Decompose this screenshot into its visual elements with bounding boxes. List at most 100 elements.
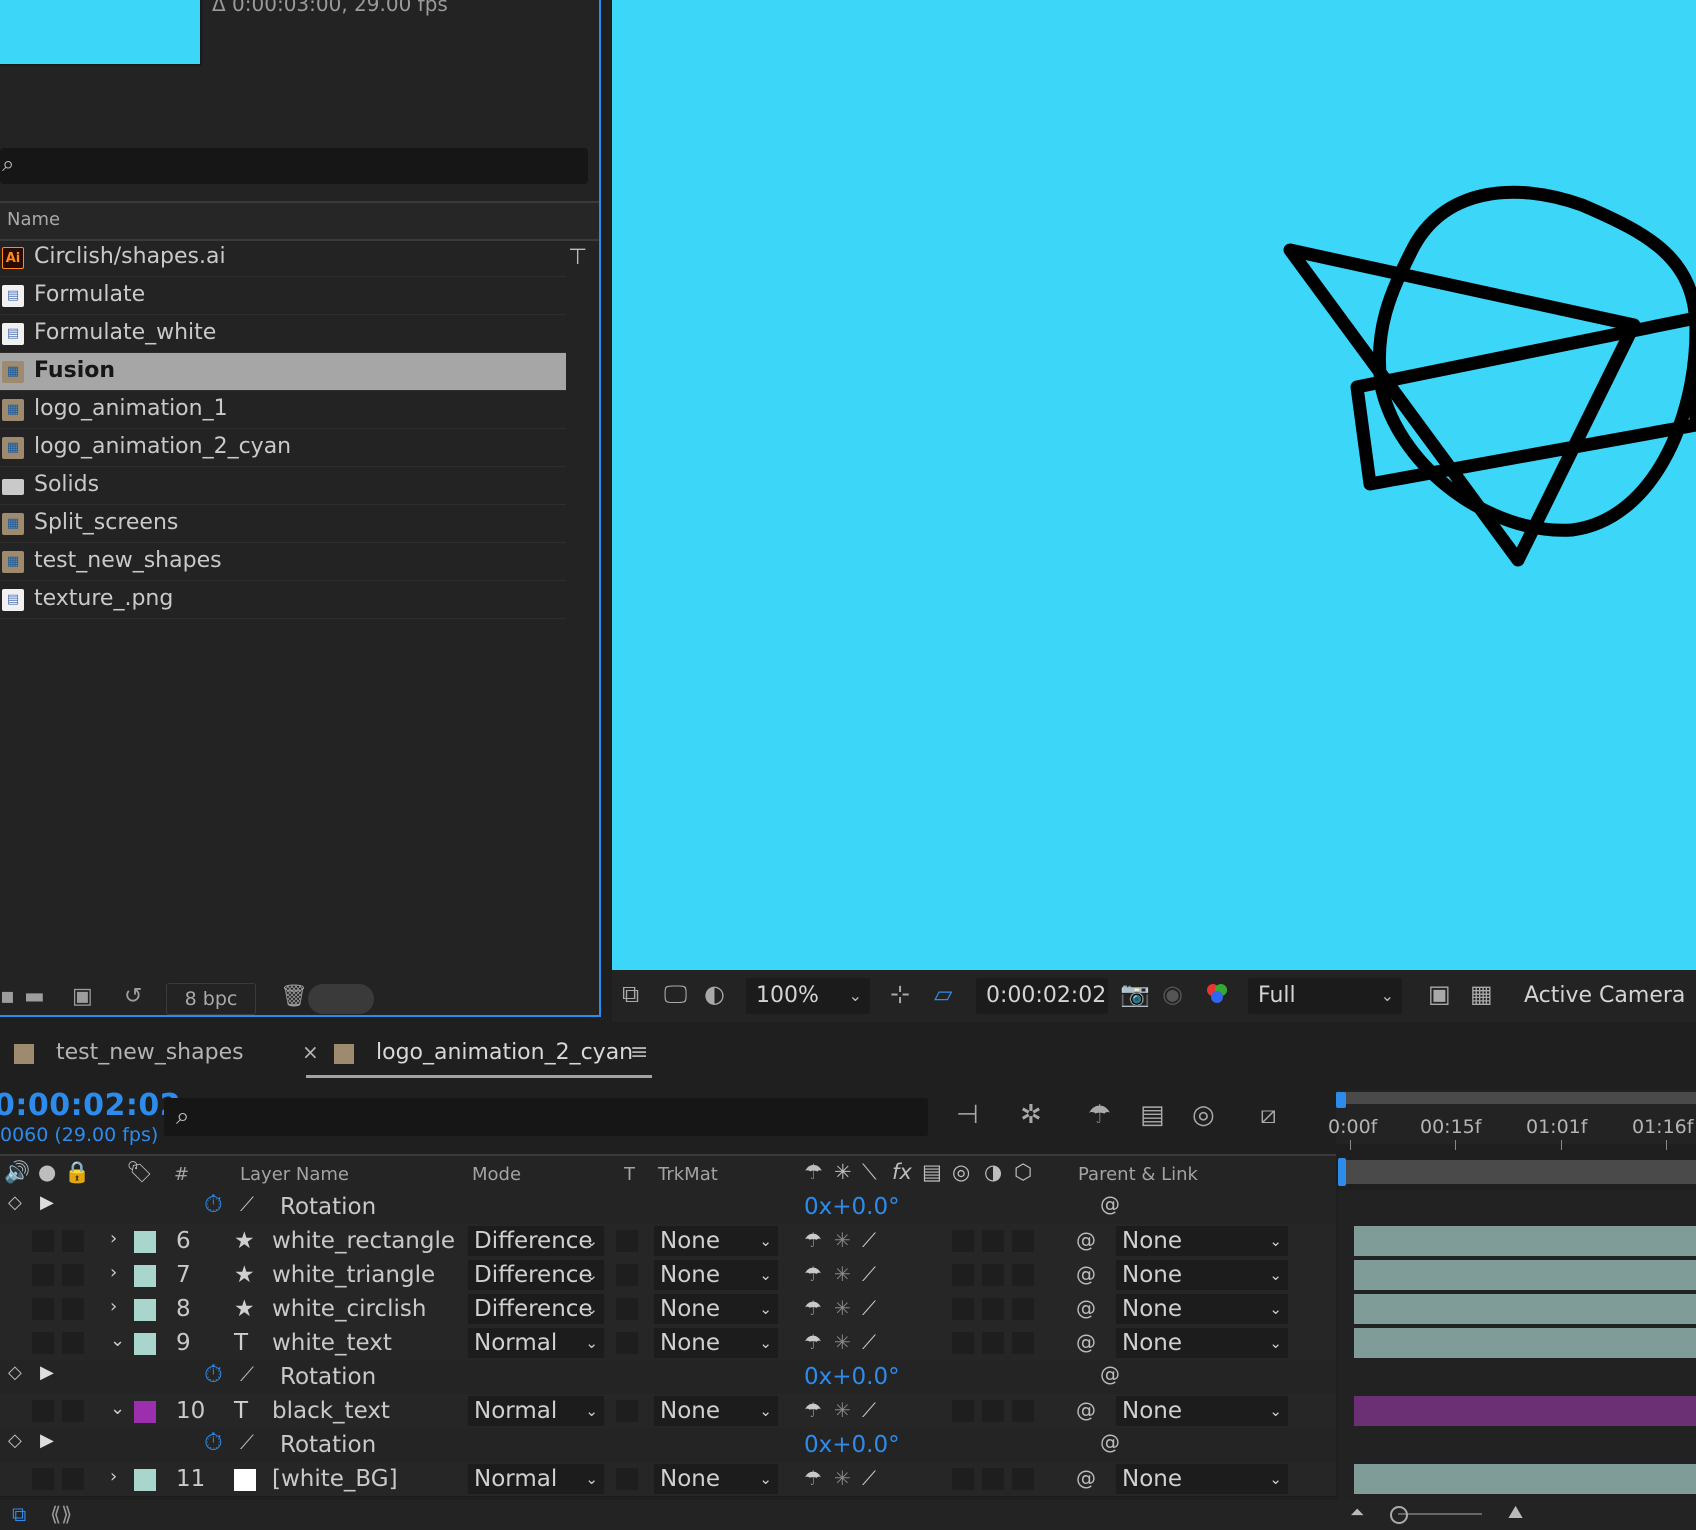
tab-logo-animation-2-cyan[interactable]: logo_animation_2_cyan [376,1040,633,1065]
3d-toggle[interactable] [1012,1400,1034,1422]
3d-layer-icon[interactable]: ⬡ [1014,1160,1032,1184]
draft-3d-icon[interactable]: ✲ [1020,1100,1042,1130]
snapshot-camera-icon[interactable]: 📷 [1120,980,1150,1008]
column-number[interactable]: # [174,1164,189,1185]
quality-switch-icon[interactable]: ⟍ [862,1160,877,1185]
work-area-bar[interactable] [1344,1160,1696,1184]
label-color-swatch[interactable] [134,1333,156,1355]
preserve-transparency-toggle[interactable] [616,1298,638,1320]
parent-dropdown[interactable]: None ⌄ [1116,1260,1288,1290]
chevron-down-icon[interactable]: ⌄ [110,1330,125,1351]
trkmat-dropdown[interactable]: None ⌄ [654,1294,778,1324]
layer-name[interactable]: black_text [272,1398,390,1424]
timeline-zoom-slider[interactable] [1398,1513,1482,1515]
lock-toggle[interactable] [62,1400,84,1422]
lock-toggle[interactable] [62,1230,84,1252]
adjustment-toggle[interactable] [982,1264,1004,1286]
property-row[interactable]: ◇ ▶ ⏱ ⟋ Rotation 0x+0.0° @ [0,1190,1336,1225]
zoom-in-icon[interactable]: ⛰ [1508,1502,1523,1523]
property-value[interactable]: 0x+0.0° [804,1432,900,1458]
preserve-transparency-toggle[interactable] [616,1468,638,1490]
adjustment-toggle[interactable] [982,1332,1004,1354]
show-snapshot-icon[interactable]: ◉ [1162,980,1183,1008]
region-of-interest-icon[interactable]: ▣ [1428,980,1451,1008]
parent-pickwhip-icon[interactable]: @ [1076,1228,1096,1252]
close-tab-icon[interactable]: × [302,1040,319,1064]
quality-switch-icon[interactable]: ⟋ [862,1398,876,1422]
lock-toggle[interactable] [62,1298,84,1320]
motion-blur-toggle[interactable] [952,1264,974,1286]
motion-blur-toggle[interactable] [952,1400,974,1422]
quality-switch-icon[interactable]: ⟋ [862,1296,876,1320]
mode-dropdown[interactable]: Normal ⌄ [468,1464,604,1494]
shy-switch-icon[interactable]: ☂ [804,1262,822,1286]
property-value[interactable]: 0x+0.0° [804,1364,900,1390]
camera-dropdown[interactable]: Active Camera [1514,978,1696,1014]
shy-layers-icon[interactable]: ☂ [1088,1100,1111,1130]
graph-editor-icon[interactable]: ⧄ [1260,1100,1277,1131]
lock-toggle[interactable] [62,1468,84,1490]
toggle-modes-icon[interactable]: ⟪⟫ [50,1502,72,1526]
motion-blur-icon[interactable]: ◎ [1192,1100,1215,1130]
lock-toggle[interactable] [62,1332,84,1354]
parent-pickwhip-icon[interactable]: @ [1076,1262,1096,1286]
flowchart-icon[interactable]: ⊤ [568,245,587,270]
composition-flowchart-icon[interactable]: ⊣ [956,1100,979,1130]
keyframe-nav-icon[interactable]: ◇ [8,1192,22,1213]
expand-arrow-icon[interactable]: ▶ [40,1362,54,1383]
composition-viewer[interactable] [612,0,1696,970]
stopwatch-icon[interactable]: ⏱ [204,1190,223,1218]
solo-toggle[interactable] [32,1298,54,1320]
3d-toggle[interactable] [1012,1298,1034,1320]
adjustment-toggle[interactable] [982,1230,1004,1252]
layer-row[interactable]: › 6 ★ white_rectangle Difference ⌄ None ⌄ ☂ ✳ ⟋ @ No… [0,1224,1336,1259]
column-t[interactable]: T [624,1164,635,1185]
solo-toggle[interactable] [32,1230,54,1252]
shy-switch-icon[interactable]: ☂ [804,1330,822,1354]
project-item[interactable]: ▤ Formulate_white [0,315,566,353]
bit-depth-button[interactable]: 8 bpc [166,983,256,1015]
interpret-footage-icon[interactable]: ▪ [0,984,15,1009]
quality-switch-icon[interactable]: ⟋ [862,1330,876,1354]
preserve-transparency-toggle[interactable] [616,1230,638,1252]
lock-toggle[interactable] [62,1264,84,1286]
mask-path-icon[interactable]: ▱ [934,980,952,1008]
parent-dropdown[interactable]: None ⌄ [1116,1226,1288,1256]
mask-visibility-icon[interactable]: ◐ [704,980,725,1008]
collapse-switch-icon[interactable]: ✳ [834,1228,851,1252]
solo-icon[interactable]: ● [38,1160,56,1184]
motion-blur-switch-icon[interactable]: ◎ [952,1160,970,1184]
solo-toggle[interactable] [32,1400,54,1422]
layer-name[interactable]: white_text [272,1330,392,1356]
quality-switch-icon[interactable]: ⟋ [862,1228,876,1252]
layer-name[interactable]: white_rectangle [272,1228,455,1254]
time-navigator[interactable] [1336,1092,1696,1104]
zoom-out-icon[interactable]: ⏶ [1350,1502,1364,1523]
preserve-transparency-toggle[interactable] [616,1400,638,1422]
channels-icon[interactable] [1204,980,1230,1012]
adjustment-toggle[interactable] [982,1298,1004,1320]
label-tag-icon[interactable]: 🏷 [126,1160,153,1185]
motion-blur-toggle[interactable] [952,1298,974,1320]
solo-toggle[interactable] [32,1468,54,1490]
adjustment-layer-icon[interactable]: ◑ [984,1160,1002,1184]
preserve-transparency-toggle[interactable] [616,1332,638,1354]
project-search-input[interactable]: ⌕ [0,148,588,184]
tab-test-new-shapes[interactable]: test_new_shapes [56,1040,244,1065]
project-item[interactable]: ▦ logo_animation_2_cyan [0,429,566,467]
project-item[interactable]: ▤ texture_.png [0,581,566,619]
toggle-switches-icon[interactable]: ⧉ [12,1502,26,1526]
shy-switch-icon[interactable]: ☂ [804,1296,822,1320]
collapse-switch-icon[interactable]: ✳ [834,1296,851,1320]
project-item[interactable]: ▦ test_new_shapes [0,543,566,581]
shy-switch-icon[interactable]: ☂ [804,1398,822,1422]
solo-toggle[interactable] [32,1264,54,1286]
expression-pickwhip-icon[interactable]: @ [1100,1362,1120,1386]
monitor-icon[interactable]: 🖵 [664,980,687,1008]
parent-dropdown[interactable]: None ⌄ [1116,1328,1288,1358]
always-preview-icon[interactable]: ⧉ [622,980,639,1008]
parent-pickwhip-icon[interactable]: @ [1076,1398,1096,1422]
expand-arrow-icon[interactable]: ▶ [40,1192,54,1213]
frame-blend-switch-icon[interactable]: ▤ [922,1160,942,1184]
trkmat-dropdown[interactable]: None ⌄ [654,1226,778,1256]
